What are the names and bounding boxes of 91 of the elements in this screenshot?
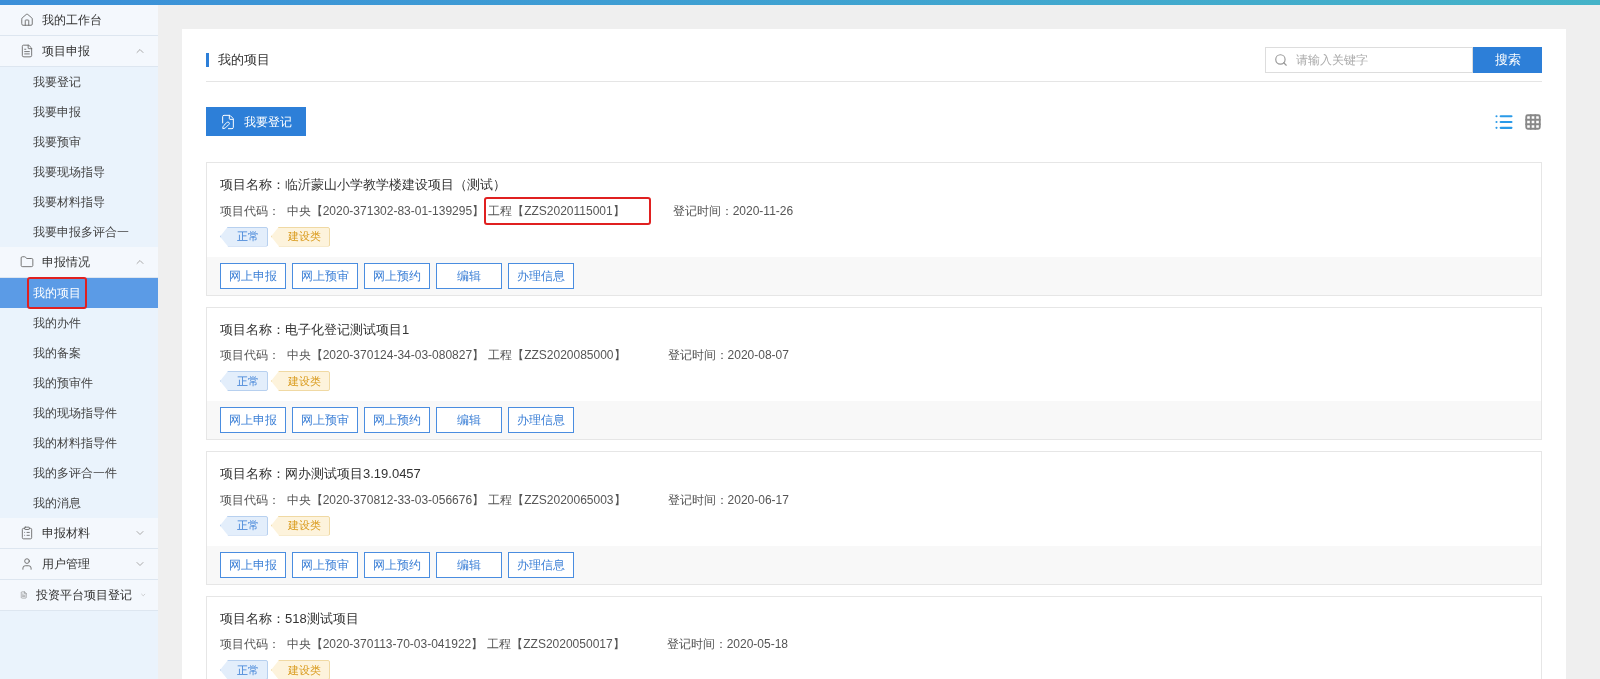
action-button[interactable]: 编辑 [436, 551, 502, 578]
sidebar-item-label: 我要现场指导 [32, 164, 106, 181]
sidebar-item[interactable]: 我的备案 [0, 338, 158, 368]
sidebar-item-label: 我要预审 [32, 134, 82, 151]
sidebar-group-label: 我的工作台 [42, 12, 103, 29]
sidebar-group[interactable]: 投资平台项目登记 [0, 580, 158, 611]
clipboard-icon [20, 526, 34, 540]
action-button[interactable]: 网上预约 [364, 407, 430, 433]
tag: 建设类 [271, 371, 330, 391]
sidebar-item[interactable]: 我的消息 [0, 488, 158, 518]
sidebar-group[interactable]: 申报材料 [0, 518, 158, 549]
action-button[interactable]: 办理信息 [508, 262, 574, 289]
sidebar-item-label: 我的项目 [27, 277, 87, 309]
action-button[interactable]: 编辑 [436, 407, 502, 433]
sidebar-item[interactable]: 我要预审 [0, 127, 158, 157]
sidebar-item[interactable]: 我要登记 [0, 67, 158, 97]
sidebar-item[interactable]: 我的办件 [0, 308, 158, 338]
engineering-code: 工程【ZZS2020085000】 [487, 347, 627, 364]
document-icon [20, 588, 28, 602]
project-name: 项目名称：518测试项目 [220, 609, 360, 628]
action-button[interactable]: 编辑 [436, 262, 502, 289]
sidebar-item[interactable]: 我要材料指导 [0, 187, 158, 217]
sidebar-item-label: 我的办件 [32, 315, 82, 332]
sidebar-item-label: 我要申报 [32, 104, 82, 121]
search-field[interactable]: 请输入关键字 [1265, 47, 1473, 73]
sidebar-item[interactable]: 我要申报 [0, 97, 158, 127]
sidebar-item-label: 我的预审件 [32, 375, 94, 392]
sidebar-group[interactable]: 项目申报 [0, 36, 158, 67]
sidebar-group-label: 项目申报 [42, 43, 91, 60]
action-button[interactable]: 办理信息 [508, 551, 574, 578]
project-code: 项目代码： 中央【2020-370124-34-03-080827】 [220, 347, 485, 364]
document-edit-icon [220, 113, 236, 130]
sidebar-group-label: 投资平台项目登记 [35, 587, 132, 604]
action-button[interactable]: 网上预审 [292, 551, 358, 578]
registration-date: 登记时间：2020-08-07 [667, 347, 789, 364]
engineering-code: 工程【ZZS2020065003】 [487, 491, 627, 509]
sidebar-item-label: 我要登记 [32, 74, 82, 91]
sidebar-group-label: 用户管理 [42, 556, 91, 573]
tag: 正常 [220, 515, 268, 536]
tag: 建设类 [271, 226, 330, 247]
sidebar-item[interactable]: 我的现场指导件 [0, 398, 158, 428]
search-button[interactable]: 搜索 [1473, 47, 1542, 73]
sidebar-item[interactable]: 我的预审件 [0, 368, 158, 398]
tag: 建设类 [271, 515, 330, 536]
sidebar-item-label: 我要材料指导 [32, 194, 106, 211]
sidebar-group-label: 申报情况 [42, 254, 91, 271]
tag: 正常 [220, 371, 268, 391]
page-title: 我的项目 [206, 53, 270, 67]
sidebar-group[interactable]: 用户管理 [0, 549, 158, 580]
engineering-code: 工程【ZZS2020115001】 [484, 196, 651, 225]
folder-icon [20, 255, 34, 269]
user-icon [20, 557, 34, 571]
sidebar-item[interactable]: 我的多评合一件 [0, 458, 158, 488]
action-button[interactable]: 网上预审 [292, 407, 358, 433]
sidebar-group[interactable]: 我的工作台 [0, 5, 158, 36]
sidebar-item-label: 我的多评合一件 [32, 465, 118, 482]
project-name: 项目名称：临沂蒙山小学教学楼建设项目（测试） [220, 176, 507, 194]
tag: 正常 [220, 226, 268, 247]
sidebar-item[interactable]: 我要申报多评合一 [0, 217, 158, 247]
home-icon [20, 13, 34, 27]
engineering-code: 工程【ZZS2020050017】 [486, 636, 626, 653]
sidebar-group[interactable]: 申报情况 [0, 247, 158, 278]
tag: 正常 [220, 660, 268, 679]
tag: 建设类 [271, 660, 330, 679]
action-button[interactable]: 网上预审 [292, 262, 358, 289]
registration-date: 登记时间：2020-05-18 [666, 636, 789, 653]
search-icon [1274, 53, 1288, 67]
project-code: 项目代码： 中央【2020-371302-83-01-139295】 [220, 202, 485, 220]
register-button[interactable]: 我要登记 [206, 107, 306, 136]
project-name: 项目名称：网办测试项目3.19.0457 [220, 465, 422, 483]
sidebar-item[interactable]: 我要现场指导 [0, 157, 158, 187]
action-button[interactable]: 办理信息 [508, 407, 574, 433]
sidebar-item-label: 我要申报多评合一 [32, 224, 130, 241]
registration-date: 登记时间：2020-11-26 [672, 202, 794, 220]
sidebar-item-label: 我的材料指导件 [32, 435, 118, 452]
action-button[interactable]: 网上预约 [364, 551, 430, 578]
project-name: 项目名称：电子化登记测试项目1 [220, 320, 411, 339]
action-button[interactable]: 网上申报 [220, 551, 286, 578]
action-button[interactable]: 网上预约 [364, 262, 430, 289]
action-button[interactable]: 网上申报 [220, 262, 286, 289]
sidebar-group-label: 申报材料 [42, 525, 91, 542]
action-button[interactable]: 网上申报 [220, 407, 286, 433]
project-code: 项目代码： 中央【2020-370812-33-03-056676】 [220, 491, 485, 509]
grid-view-icon[interactable] [1524, 112, 1542, 131]
document-icon [20, 44, 34, 58]
sidebar-item[interactable]: 我的材料指导件 [0, 428, 158, 458]
sidebar-item-label: 我的现场指导件 [32, 405, 118, 422]
sidebar-item-label: 我的消息 [32, 495, 82, 512]
registration-date: 登记时间：2020-06-17 [667, 491, 789, 509]
sidebar-item-label: 我的备案 [32, 345, 82, 362]
project-code: 项目代码： 中央【2020-370113-70-03-041922】 [220, 636, 484, 653]
